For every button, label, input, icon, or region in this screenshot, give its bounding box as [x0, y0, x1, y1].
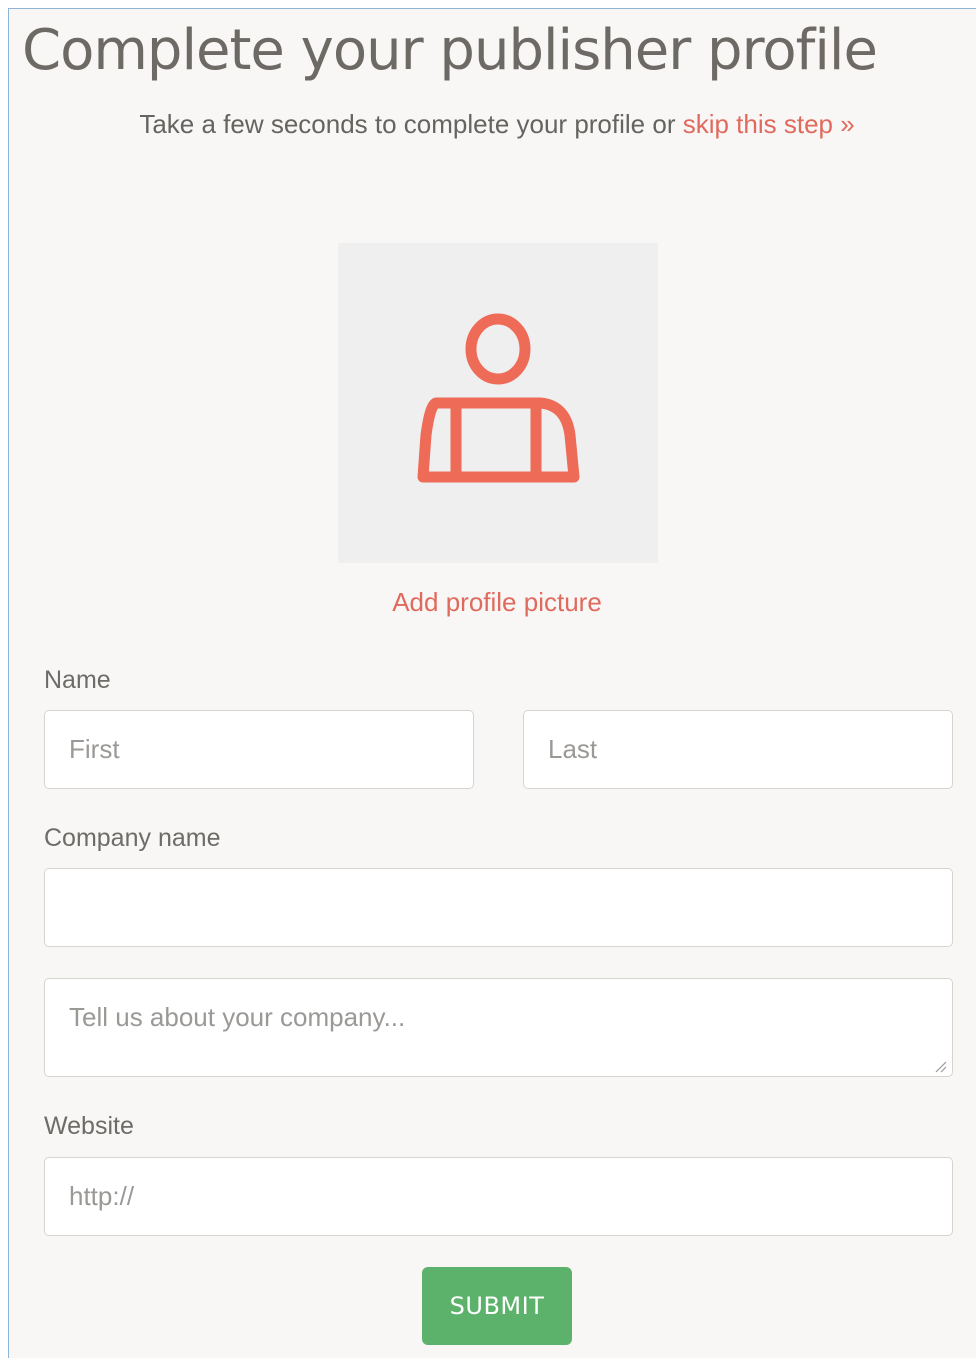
company-name-input[interactable]: [44, 868, 953, 947]
company-name-label: Company name: [44, 824, 221, 852]
subtitle: Take a few seconds to complete your prof…: [9, 109, 976, 139]
submit-button[interactable]: SUBMIT: [422, 1267, 572, 1345]
website-input[interactable]: [44, 1157, 953, 1236]
first-name-input[interactable]: [44, 710, 474, 789]
profile-panel: Complete your publisher profile Take a f…: [8, 8, 976, 1358]
resize-handle-icon[interactable]: [933, 1059, 947, 1073]
last-name-input[interactable]: [523, 710, 953, 789]
add-profile-picture-link[interactable]: Add profile picture: [9, 587, 976, 617]
website-label: Website: [44, 1112, 134, 1140]
company-description-textarea[interactable]: [44, 978, 953, 1077]
page-title: Complete your publisher profile: [22, 18, 878, 83]
subtitle-text: Take a few seconds to complete your prof…: [139, 109, 683, 139]
user-silhouette-icon: [417, 313, 580, 483]
name-label: Name: [44, 666, 111, 694]
skip-step-link[interactable]: skip this step »: [683, 109, 855, 139]
profile-picture-placeholder[interactable]: [338, 243, 658, 563]
